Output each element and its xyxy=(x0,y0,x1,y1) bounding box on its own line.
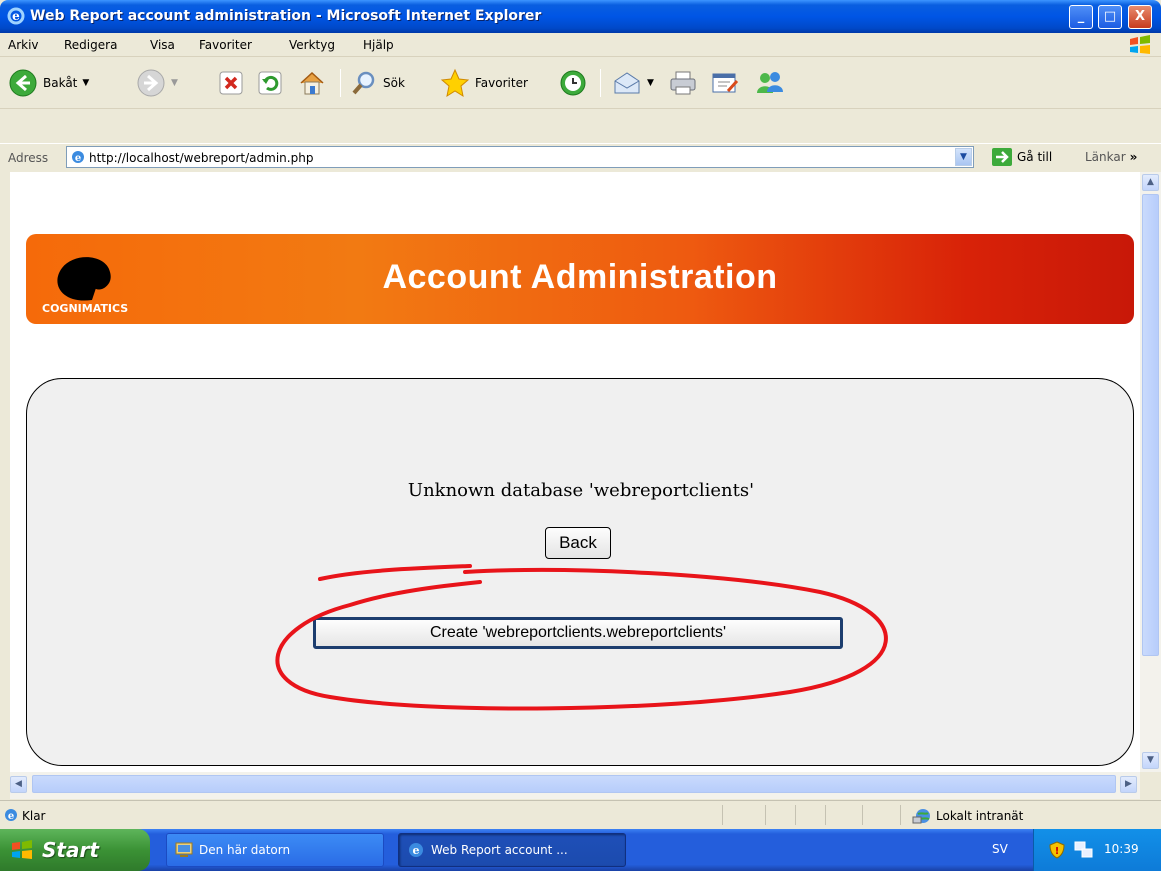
mail-button[interactable]: ▼ xyxy=(612,65,654,101)
edit-page-icon xyxy=(712,73,739,93)
vertical-scroll-thumb[interactable] xyxy=(1142,194,1159,656)
start-label: Start xyxy=(42,838,99,862)
menu-favoriter[interactable]: Favoriter xyxy=(199,38,252,52)
windows-flag-icon xyxy=(1127,35,1153,55)
my-computer-icon xyxy=(175,842,193,857)
security-zone[interactable]: Lokalt intranät xyxy=(912,807,1023,825)
search-button[interactable]: Sök xyxy=(350,65,405,101)
home-icon xyxy=(300,71,324,95)
favorites-button[interactable]: Favoriter xyxy=(440,65,528,101)
ie-icon: e xyxy=(7,7,25,28)
status-bar: e Klar Lokalt intranät xyxy=(0,800,1161,829)
taskbar-item-my-computer[interactable]: Den här datorn xyxy=(166,833,384,867)
error-message: Unknown database 'webreportclients' xyxy=(407,480,755,501)
taskbar: Start Den här datorn e Web Report accoun… xyxy=(0,829,1161,871)
taskbar-item-web-report[interactable]: e Web Report account ... xyxy=(398,833,626,867)
zone-label: Lokalt intranät xyxy=(936,809,1024,823)
start-button[interactable]: Start xyxy=(0,829,150,871)
history-button[interactable] xyxy=(558,65,588,101)
forward-dropdown-icon[interactable]: ▼ xyxy=(171,78,178,88)
go-label: Gå till xyxy=(1017,150,1053,164)
scroll-right-icon[interactable]: ▶ xyxy=(1120,776,1137,793)
horizontal-scrollbar[interactable]: ◀ ▶ xyxy=(10,772,1140,799)
scroll-left-icon[interactable]: ◀ xyxy=(10,776,27,793)
mail-icon xyxy=(614,72,640,94)
network-icon[interactable] xyxy=(1074,841,1094,859)
page-ie-icon: e xyxy=(72,151,84,164)
minimize-button[interactable]: _ xyxy=(1069,5,1093,29)
horizontal-scroll-thumb[interactable] xyxy=(32,775,1116,793)
edit-button[interactable] xyxy=(710,65,740,101)
links-toolbar[interactable]: Länkar » xyxy=(1085,150,1137,164)
address-dropdown-icon[interactable]: ▼ xyxy=(955,148,972,166)
chevron-right-icon[interactable]: » xyxy=(1130,150,1138,164)
standard-toolbar: Bakåt ▼ ▼ Sök Favoriter ▼ xyxy=(0,57,1161,109)
taskbar-item-label: Den här datorn xyxy=(199,843,291,857)
messenger-people-icon xyxy=(757,72,783,93)
status-page-icon: e xyxy=(5,809,17,822)
back-label: Bakåt xyxy=(43,76,78,90)
refresh-button[interactable] xyxy=(257,65,283,101)
menu-bar: Arkiv Redigera Visa Favoriter Verktyg Hj… xyxy=(0,33,1161,57)
page-title: Account Administration xyxy=(382,258,778,296)
back-dropdown-icon[interactable]: ▼ xyxy=(82,78,89,88)
window-title: Web Report account administration - Micr… xyxy=(30,8,542,24)
home-button[interactable] xyxy=(297,65,327,101)
svg-text:e: e xyxy=(8,811,14,822)
back-arrow-icon xyxy=(9,69,37,97)
back-button[interactable]: Bakåt ▼ xyxy=(8,65,89,101)
intranet-globe-icon xyxy=(912,809,930,824)
logo-wordmark: COGNIMATICS xyxy=(42,302,128,315)
go-button[interactable]: Gå till xyxy=(991,147,1052,167)
go-arrow-icon xyxy=(992,148,1012,166)
taskbar-item-label: Web Report account ... xyxy=(431,843,568,857)
windows-logo-icon xyxy=(12,840,32,859)
messenger-button[interactable] xyxy=(754,65,786,101)
mail-dropdown-icon[interactable]: ▼ xyxy=(647,78,654,88)
vertical-scrollbar[interactable]: ▲ ▼ xyxy=(1140,172,1161,772)
forward-button[interactable]: ▼ xyxy=(136,65,178,101)
print-button[interactable] xyxy=(668,65,698,101)
language-indicator[interactable]: SV xyxy=(992,842,1008,856)
maximize-button[interactable]: □ xyxy=(1098,5,1122,29)
svg-text:e: e xyxy=(413,844,420,857)
favorites-label: Favoriter xyxy=(475,76,528,90)
status-text: Klar xyxy=(22,809,46,823)
clock: 10:39 xyxy=(1104,842,1139,856)
page-viewport: COGNIMATICS Account Administration Unkno… xyxy=(10,172,1140,772)
history-icon xyxy=(560,70,586,96)
svg-text:!: ! xyxy=(1055,846,1060,857)
address-url: http://localhost/webreport/admin.php xyxy=(89,151,314,165)
create-database-button[interactable]: Create 'webreportclients.webreportclient… xyxy=(313,617,843,649)
links-label: Länkar xyxy=(1085,150,1126,164)
security-shield-icon[interactable]: ! xyxy=(1048,841,1066,859)
address-label: Adress xyxy=(8,151,49,165)
back-page-button[interactable]: Back xyxy=(545,527,611,559)
menu-verktyg[interactable]: Verktyg xyxy=(289,38,335,52)
header-banner: COGNIMATICS Account Administration xyxy=(26,234,1134,324)
menu-arkiv[interactable]: Arkiv xyxy=(8,38,39,52)
refresh-icon xyxy=(258,71,282,95)
favorites-star-icon xyxy=(440,68,470,98)
stop-button[interactable] xyxy=(218,65,244,101)
search-label: Sök xyxy=(383,76,405,90)
printer-icon xyxy=(670,71,696,95)
forward-arrow-icon xyxy=(137,69,165,97)
search-icon xyxy=(352,71,375,95)
svg-text:e: e xyxy=(12,9,20,23)
address-bar: Adress e http://localhost/webreport/admi… xyxy=(0,143,1161,170)
scroll-down-icon[interactable]: ▼ xyxy=(1142,752,1159,769)
scroll-up-icon[interactable]: ▲ xyxy=(1142,174,1159,191)
svg-text:e: e xyxy=(75,153,81,164)
window-title-bar[interactable]: e Web Report account administration - Mi… xyxy=(0,0,1161,33)
address-input[interactable]: e http://localhost/webreport/admin.php ▼ xyxy=(66,146,974,168)
system-tray: ! 10:39 xyxy=(1033,829,1161,871)
ie-task-icon: e xyxy=(409,843,423,857)
menu-hjalp[interactable]: Hjälp xyxy=(363,38,394,52)
stop-icon xyxy=(219,71,243,95)
content-panel: Unknown database 'webreportclients' Back… xyxy=(26,378,1134,766)
close-button[interactable]: X xyxy=(1128,5,1152,29)
menu-visa[interactable]: Visa xyxy=(150,38,175,52)
menu-redigera[interactable]: Redigera xyxy=(64,38,117,52)
